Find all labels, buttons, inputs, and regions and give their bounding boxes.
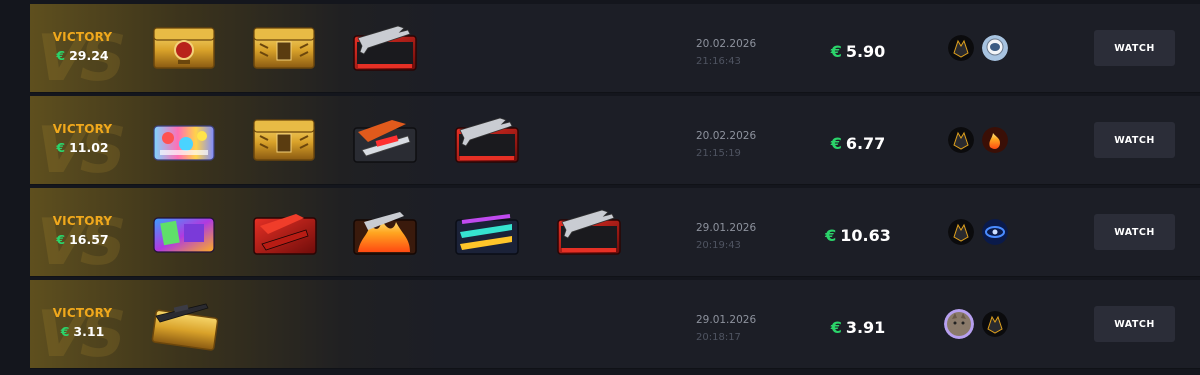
- result-label: VICTORY: [52, 306, 113, 320]
- neon-weapons-case-icon: [455, 214, 519, 255]
- red-rifle-case-icon: [455, 117, 519, 163]
- cat-avatar[interactable]: [944, 309, 974, 339]
- watch-button[interactable]: WATCH: [1094, 122, 1175, 158]
- red-weapons-case-icon: [253, 214, 317, 255]
- result-label: VICTORY: [52, 30, 113, 44]
- red-rifle-case-icon: [557, 209, 621, 255]
- result-block: VICTORY €16.57: [30, 214, 135, 247]
- gold-case-icon: [253, 27, 315, 69]
- winnings-amount: €3.11: [60, 324, 105, 339]
- gold-case-red-emblem-icon: [153, 27, 215, 69]
- battle-row: VS VICTORY €29.24 20.02.2026 21:16:43 €5…: [28, 4, 1200, 96]
- dark-wolf-avatar[interactable]: [982, 311, 1008, 337]
- watch-button[interactable]: WATCH: [1094, 30, 1175, 66]
- battle-date: 20.02.2026: [696, 38, 757, 50]
- battle-time: 20:18:17: [696, 332, 741, 343]
- result-label: VICTORY: [52, 122, 113, 136]
- colorful-sticker-case-icon: [153, 125, 215, 161]
- battle-row: VS VICTORY €3.11 29.01.2026 20:18:17 €3.…: [28, 280, 1200, 372]
- dark-wolf-avatar[interactable]: [948, 219, 974, 245]
- winnings-amount: €29.24: [56, 48, 109, 63]
- red-rifle-case-icon: [353, 25, 417, 71]
- battle-price: €6.77: [830, 134, 886, 153]
- battle-price: €10.63: [825, 226, 891, 245]
- blue-logo-avatar[interactable]: [982, 219, 1008, 245]
- battle-time: 21:15:19: [696, 148, 741, 159]
- battle-row: VS VICTORY €16.57 29.01.2026 20:19:43 €1…: [28, 188, 1200, 280]
- battle-price: €3.91: [830, 318, 886, 337]
- astronaut-avatar[interactable]: [982, 35, 1008, 61]
- battle-price: €5.90: [830, 42, 886, 61]
- result-block: VICTORY €11.02: [30, 122, 135, 155]
- battle-date: 20.02.2026: [696, 130, 757, 142]
- battle-time: 20:19:43: [696, 240, 741, 251]
- gold-sniper-case-icon: [151, 303, 219, 351]
- result-block: VICTORY €29.24: [30, 30, 135, 63]
- gold-case-icon: [253, 119, 315, 161]
- fire-case-icon: [353, 212, 417, 255]
- watch-button[interactable]: WATCH: [1094, 306, 1175, 342]
- result-label: VICTORY: [52, 214, 113, 228]
- neon-mixed-case-icon: [153, 217, 215, 253]
- winnings-amount: €16.57: [56, 232, 109, 247]
- battle-date: 29.01.2026: [696, 222, 757, 234]
- dark-wolf-avatar[interactable]: [948, 127, 974, 153]
- fire-avatar[interactable]: [982, 127, 1008, 153]
- result-block: VICTORY €3.11: [30, 306, 135, 339]
- winnings-amount: €11.02: [56, 140, 109, 155]
- dark-wolf-avatar[interactable]: [948, 35, 974, 61]
- battle-date: 29.01.2026: [696, 314, 757, 326]
- battle-time: 21:16:43: [696, 56, 741, 67]
- battle-row: VS VICTORY €11.02 20.02.2026 21:15:19 €6…: [28, 96, 1200, 188]
- watch-button[interactable]: WATCH: [1094, 214, 1175, 250]
- graffiti-weapon-case-icon: [353, 120, 417, 163]
